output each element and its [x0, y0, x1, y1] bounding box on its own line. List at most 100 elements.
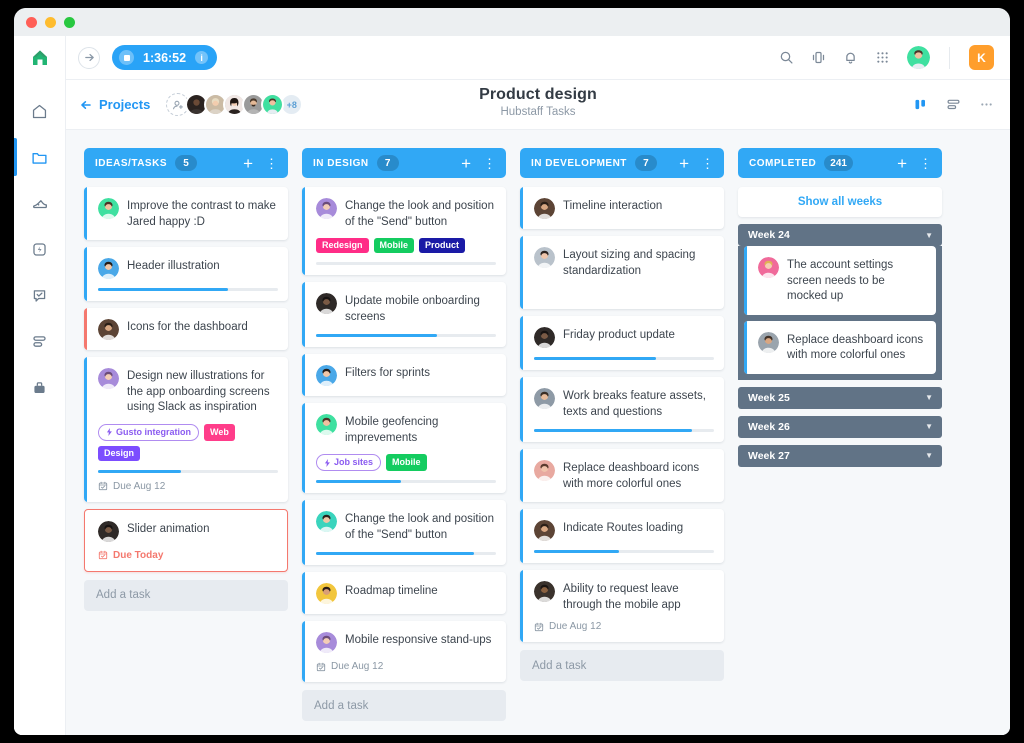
task-card[interactable]: Timeline interaction	[520, 187, 724, 229]
task-card[interactable]: Mobile responsive stand-ups Due Aug 12	[302, 621, 506, 683]
info-icon[interactable]: i	[195, 51, 209, 64]
avatar[interactable]	[534, 520, 555, 542]
add-card-button[interactable]: +	[893, 155, 911, 172]
week-header[interactable]: Week 27 ▼	[738, 444, 942, 467]
forward-arrow-icon[interactable]	[78, 46, 100, 69]
sidebar-item-insights[interactable]	[14, 236, 66, 262]
add-card-button[interactable]: +	[457, 155, 475, 172]
progress-bar	[316, 334, 496, 338]
tag[interactable]: Redesign	[316, 238, 369, 254]
task-card[interactable]: Filters for sprints	[302, 354, 506, 397]
column-menu-button[interactable]: ⋮	[483, 157, 498, 170]
avatar[interactable]	[758, 331, 779, 353]
avatar[interactable]	[316, 293, 337, 315]
tag[interactable]: Job sites	[316, 454, 382, 472]
tag[interactable]: Gusto integration	[98, 423, 199, 441]
column-menu-button[interactable]: ⋮	[701, 157, 716, 170]
task-card[interactable]: Change the look and position of the "Sen…	[302, 500, 506, 566]
chevron-down-icon[interactable]: ▼	[925, 393, 933, 402]
avatar[interactable]	[98, 258, 119, 280]
tag[interactable]: Mobile	[386, 454, 427, 472]
tag[interactable]: Web	[204, 423, 235, 441]
week-header[interactable]: Week 25 ▼	[738, 386, 942, 409]
close-window-button[interactable]	[26, 16, 37, 28]
add-task-button[interactable]: Add a task	[302, 690, 506, 722]
chevron-down-icon[interactable]: ▼	[925, 231, 933, 240]
search-icon[interactable]	[779, 50, 794, 65]
tag[interactable]: Mobile	[373, 238, 415, 254]
back-to-projects-link[interactable]: Projects	[80, 97, 150, 112]
minimize-window-button[interactable]	[45, 16, 56, 28]
task-card[interactable]: Indicate Routes loading	[520, 509, 724, 564]
task-card[interactable]: Friday product update	[520, 316, 724, 371]
avatar[interactable]	[98, 198, 119, 219]
column-menu-button[interactable]: ⋮	[919, 157, 934, 170]
sidebar-item-reports[interactable]	[14, 328, 66, 354]
task-card[interactable]: Ability to request leave through the mob…	[520, 570, 724, 643]
avatar[interactable]	[534, 198, 555, 219]
hubstaff-logo-icon[interactable]	[14, 36, 65, 80]
tag[interactable]: Design	[98, 445, 141, 461]
avatar[interactable]	[98, 520, 119, 542]
task-card[interactable]: Improve the contrast to make Jared happy…	[84, 187, 288, 241]
avatar[interactable]	[316, 414, 337, 436]
add-task-button[interactable]: Add a task	[84, 579, 288, 611]
sidebar-item-home[interactable]	[14, 98, 66, 124]
bell-icon[interactable]	[843, 50, 858, 65]
column-menu-button[interactable]: ⋮	[265, 157, 280, 170]
task-card[interactable]: Change the look and position of the "Sen…	[302, 187, 506, 276]
user-avatar[interactable]	[907, 46, 930, 69]
tag-label: Mobile	[392, 457, 421, 468]
task-card[interactable]: Update mobile onboarding screens	[302, 282, 506, 348]
apps-grid-icon[interactable]	[875, 50, 890, 65]
week-header[interactable]: Week 26 ▼	[738, 415, 942, 438]
tag[interactable]: Product	[419, 238, 466, 254]
chevron-down-icon[interactable]: ▼	[925, 451, 933, 460]
add-task-button[interactable]: Add a task	[520, 650, 724, 682]
task-card[interactable]: Layout sizing and spacing standardizatio…	[520, 236, 724, 310]
task-card[interactable]: Work breaks feature assets, texts and qu…	[520, 377, 724, 443]
avatar[interactable]	[534, 460, 555, 482]
org-badge[interactable]: K	[969, 45, 994, 70]
add-card-button[interactable]: +	[675, 155, 693, 172]
avatar[interactable]	[534, 327, 555, 349]
task-card[interactable]: Mobile geofencing imprevements Job sites M…	[302, 403, 506, 494]
avatar[interactable]	[261, 93, 285, 116]
task-card[interactable]: Replace deashboard icons with more color…	[744, 320, 936, 374]
phone-vibrate-icon[interactable]	[811, 50, 826, 65]
avatar[interactable]	[316, 198, 337, 219]
sidebar-item-activity[interactable]	[14, 190, 66, 216]
task-card[interactable]: The account settings screen needs to be …	[744, 246, 936, 315]
task-card[interactable]: Roadmap timeline	[302, 572, 506, 615]
show-all-weeks-button[interactable]: Show all weeks	[738, 187, 942, 217]
task-card[interactable]: Header illustration	[84, 247, 288, 302]
avatar[interactable]	[316, 365, 337, 387]
avatar[interactable]	[534, 581, 555, 603]
chevron-down-icon[interactable]: ▼	[925, 422, 933, 431]
list-view-icon[interactable]	[946, 97, 961, 112]
sidebar-item-work[interactable]	[14, 374, 66, 400]
task-card[interactable]: Slider animation Due Today	[84, 508, 288, 572]
task-card[interactable]: Icons for the dashboard	[84, 308, 288, 351]
avatar[interactable]	[534, 388, 555, 410]
board-view-icon[interactable]	[913, 97, 928, 112]
avatar[interactable]	[98, 319, 119, 341]
week-header[interactable]: Week 24 ▼	[738, 224, 942, 246]
card-header: Replace deashboard icons with more color…	[758, 331, 926, 364]
stop-icon[interactable]	[119, 50, 134, 65]
avatar[interactable]	[316, 632, 337, 654]
timer-pill[interactable]: 1:36:52 i	[112, 45, 218, 70]
avatar[interactable]	[316, 583, 337, 605]
task-card[interactable]: Replace deashboard icons with more color…	[520, 449, 724, 503]
avatar[interactable]	[534, 247, 555, 268]
avatar[interactable]	[316, 511, 337, 533]
sidebar-item-projects[interactable]	[14, 138, 66, 176]
add-card-button[interactable]: +	[239, 155, 257, 172]
avatar[interactable]	[758, 257, 779, 278]
avatar[interactable]	[98, 368, 119, 390]
task-card[interactable]: Design new illustrations for the app onb…	[84, 357, 288, 502]
tag-label: Web	[210, 426, 229, 437]
more-options-icon[interactable]	[979, 97, 994, 112]
sidebar-item-tasks[interactable]	[14, 282, 66, 308]
maximize-window-button[interactable]	[64, 16, 75, 28]
